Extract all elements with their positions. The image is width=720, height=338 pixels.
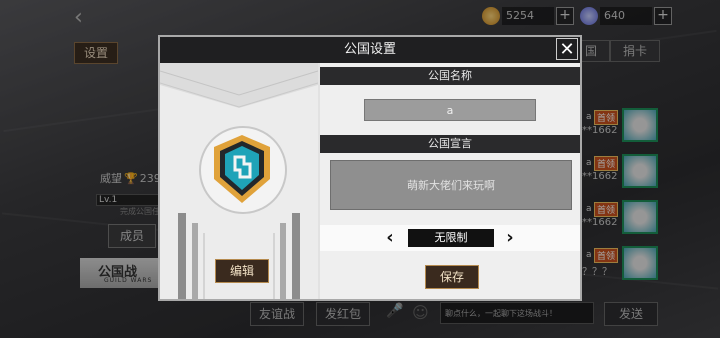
guild-name-header: 公国名称	[320, 67, 580, 85]
next-option-icon[interactable]: ›	[502, 227, 518, 249]
save-button[interactable]: 保存	[425, 265, 479, 289]
settings-form: 公国名称 a 公国宣言 萌新大佬们来玩啊 ‹ 无限制 › 保存	[320, 63, 580, 299]
emblem-panel: 编辑	[160, 63, 318, 299]
declaration-header: 公国宣言	[320, 135, 580, 153]
join-limit-selector: ‹ 无限制 ›	[320, 225, 580, 251]
guild-name-input[interactable]: a	[364, 99, 536, 121]
declaration-input[interactable]: 萌新大佬们来玩啊	[330, 160, 572, 210]
prev-option-icon[interactable]: ‹	[382, 227, 398, 249]
edit-emblem-button[interactable]: 编辑	[215, 259, 269, 283]
dialog-title: 公国设置	[343, 42, 396, 57]
guild-emblem-icon[interactable]	[210, 133, 274, 205]
guild-settings-dialog: 公国设置 ✕ 编辑 公国名称 a 公国宣言 萌新大佬们来玩啊 ‹ 无限制 › 保…	[158, 35, 582, 301]
close-button[interactable]: ✕	[556, 38, 578, 60]
join-limit-value: 无限制	[408, 229, 494, 247]
